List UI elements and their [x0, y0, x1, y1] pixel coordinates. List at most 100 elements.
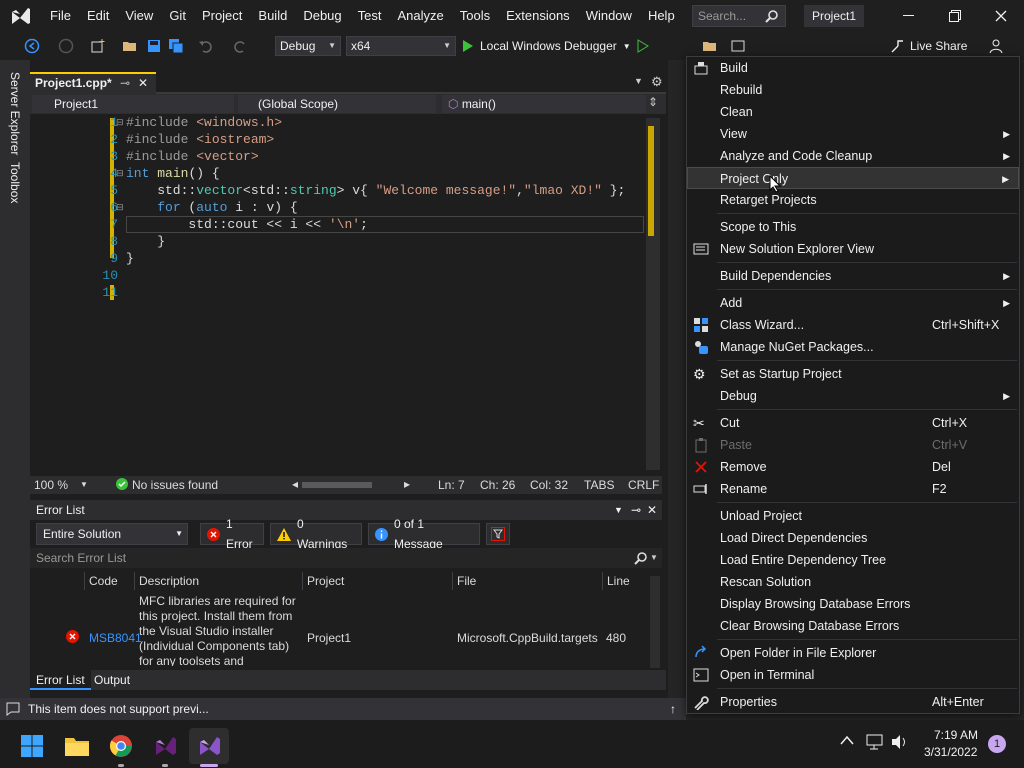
menu-item-clear-db-errors[interactable]: Clear Browsing Database Errors	[687, 615, 1019, 637]
notification-badge[interactable]: 1	[988, 735, 1006, 753]
menu-item-retarget[interactable]: Retarget Projects	[687, 189, 1019, 211]
menu-item-rebuild[interactable]: Rebuild	[687, 79, 1019, 101]
back-icon[interactable]	[24, 38, 40, 54]
close-icon[interactable]: ✕	[647, 500, 657, 520]
horizontal-scrollbar[interactable]	[302, 482, 372, 488]
start-debugging-button[interactable]: Local Windows Debugger ▼	[462, 32, 649, 60]
menu-project[interactable]: Project	[194, 0, 250, 32]
solution-config-select[interactable]: Debug ▼	[275, 36, 341, 56]
menu-item-unload-project[interactable]: Unload Project	[687, 505, 1019, 527]
menu-item-load-dependency-tree[interactable]: Load Entire Dependency Tree	[687, 549, 1019, 571]
project-nav-select[interactable]: Project1	[32, 95, 234, 113]
open-folder-icon[interactable]	[122, 38, 138, 54]
pin-icon[interactable]: ⊸	[631, 500, 641, 520]
menu-item-clean[interactable]: Clean	[687, 101, 1019, 123]
menu-extensions[interactable]: Extensions	[498, 0, 578, 32]
pin-icon[interactable]: ⊸	[120, 74, 130, 93]
visual-studio-code-taskbar-icon[interactable]	[145, 728, 185, 764]
table-row[interactable]: MSB8041 MFC libraries are required for t…	[30, 592, 650, 668]
build-icon[interactable]	[730, 38, 746, 54]
menu-item-set-startup[interactable]: ⚙ Set as Startup Project	[687, 363, 1019, 385]
menu-build[interactable]: Build	[250, 0, 295, 32]
menu-item-open-folder[interactable]: Open Folder in File Explorer	[687, 642, 1019, 664]
error-list-search-input[interactable]: Search Error List ▼	[30, 548, 662, 568]
issues-status[interactable]: No issues found	[132, 478, 218, 492]
menu-item-analyze-cleanup[interactable]: Analyze and Code Cleanup ▶	[687, 145, 1019, 167]
scroll-right-icon[interactable]: ▸	[404, 477, 410, 491]
column-header-file[interactable]: File	[452, 572, 602, 590]
chevron-down-icon[interactable]: ▼	[650, 548, 658, 568]
start-button[interactable]	[12, 728, 52, 764]
split-icon[interactable]: ⇕	[648, 95, 658, 109]
menu-tools[interactable]: Tools	[452, 0, 498, 32]
save-all-icon[interactable]	[168, 38, 184, 54]
settings-gear-icon[interactable]: ⚙	[651, 74, 663, 90]
redo-icon[interactable]	[232, 38, 248, 54]
zoom-level[interactable]: 100 %	[34, 478, 68, 492]
messages-filter-button[interactable]: 0 of 1 Message	[368, 517, 480, 551]
new-project-icon[interactable]	[90, 38, 106, 54]
menu-item-rename[interactable]: Rename F2	[687, 478, 1019, 500]
arrow-up-icon[interactable]: ↑	[670, 698, 676, 720]
menu-item-add[interactable]: Add ▶	[687, 292, 1019, 314]
toolbox-tab[interactable]: Toolbox	[8, 162, 22, 203]
line-ending-indicator[interactable]: CRLF	[628, 478, 659, 492]
warnings-filter-button[interactable]: 0 Warnings	[270, 517, 362, 551]
volume-icon[interactable]	[891, 734, 909, 750]
menu-debug[interactable]: Debug	[295, 0, 349, 32]
column-header-description[interactable]: Description	[134, 572, 304, 590]
menu-item-open-terminal[interactable]: Open in Terminal	[687, 664, 1019, 686]
menu-item-paste[interactable]: Paste Ctrl+V	[687, 434, 1019, 456]
menu-item-build-dependencies[interactable]: Build Dependencies ▶	[687, 265, 1019, 287]
menu-item-debug[interactable]: Debug ▶	[687, 385, 1019, 407]
chrome-taskbar-icon[interactable]	[101, 728, 141, 764]
scope-nav-select[interactable]: (Global Scope)	[238, 95, 436, 113]
tab-project1-cpp[interactable]: Project1.cpp* ⊸ ✕	[30, 72, 156, 94]
menu-view[interactable]: View	[117, 0, 161, 32]
project-name-badge[interactable]: Project1	[804, 5, 864, 27]
close-window-button[interactable]	[978, 0, 1024, 32]
start-without-debugging-icon[interactable]	[637, 39, 649, 53]
menu-edit[interactable]: Edit	[79, 0, 117, 32]
column-header-project[interactable]: Project	[302, 572, 452, 590]
server-explorer-tab[interactable]: Server Explorer	[8, 72, 22, 155]
clock-date[interactable]: 3/31/2022	[924, 745, 977, 759]
menu-item-class-wizard[interactable]: Class Wizard... Ctrl+Shift+X	[687, 314, 1019, 336]
column-header-line[interactable]: Line	[602, 572, 646, 590]
menu-window[interactable]: Window	[578, 0, 640, 32]
tab-list-dropdown-icon[interactable]: ▼	[634, 76, 643, 86]
code-editor[interactable]: 1 2 3 4 5 6 7 8 9 10 11 ⊟ ⊟ ⊟ #include <…	[30, 114, 662, 476]
errors-filter-button[interactable]: 1 Error	[200, 517, 264, 551]
platform-select[interactable]: x64 ▼	[346, 36, 456, 56]
menu-analyze[interactable]: Analyze	[389, 0, 451, 32]
menu-git[interactable]: Git	[161, 0, 194, 32]
collapse-icon[interactable]: ⊟	[116, 168, 124, 179]
filter-button[interactable]	[486, 523, 510, 545]
menu-item-new-solution-explorer-view[interactable]: New Solution Explorer View	[687, 238, 1019, 260]
minimize-button[interactable]	[886, 0, 932, 32]
network-icon[interactable]	[866, 734, 884, 750]
chevron-down-icon[interactable]: ▼	[614, 500, 623, 520]
chevron-down-icon[interactable]: ▼	[80, 480, 88, 489]
menu-item-manage-nuget[interactable]: Manage NuGet Packages...	[687, 336, 1019, 358]
collapse-icon[interactable]: ⊟	[116, 117, 124, 128]
undo-icon[interactable]	[198, 38, 214, 54]
error-scope-select[interactable]: Entire Solution ▼	[36, 523, 188, 545]
forward-icon[interactable]	[58, 38, 74, 54]
tab-error-list[interactable]: Error List	[30, 670, 91, 690]
account-icon[interactable]	[988, 38, 1004, 54]
tabs-indicator[interactable]: TABS	[584, 478, 614, 492]
file-explorer-taskbar-icon[interactable]	[57, 728, 97, 764]
menu-test[interactable]: Test	[350, 0, 390, 32]
menu-item-display-db-errors[interactable]: Display Browsing Database Errors	[687, 593, 1019, 615]
member-nav-select[interactable]: ⬡ main()	[442, 95, 646, 113]
search-input[interactable]: Search...	[692, 5, 786, 27]
menu-item-build[interactable]: Build	[687, 57, 1019, 79]
error-list-scrollbar[interactable]	[650, 576, 660, 668]
chevron-up-icon[interactable]	[840, 735, 854, 745]
menu-help[interactable]: Help	[640, 0, 683, 32]
restore-button[interactable]	[932, 0, 978, 32]
menu-item-properties[interactable]: Properties Alt+Enter	[687, 691, 1019, 713]
menu-item-cut[interactable]: ✂ Cut Ctrl+X	[687, 412, 1019, 434]
error-code-link[interactable]: MSB8041	[89, 631, 142, 645]
